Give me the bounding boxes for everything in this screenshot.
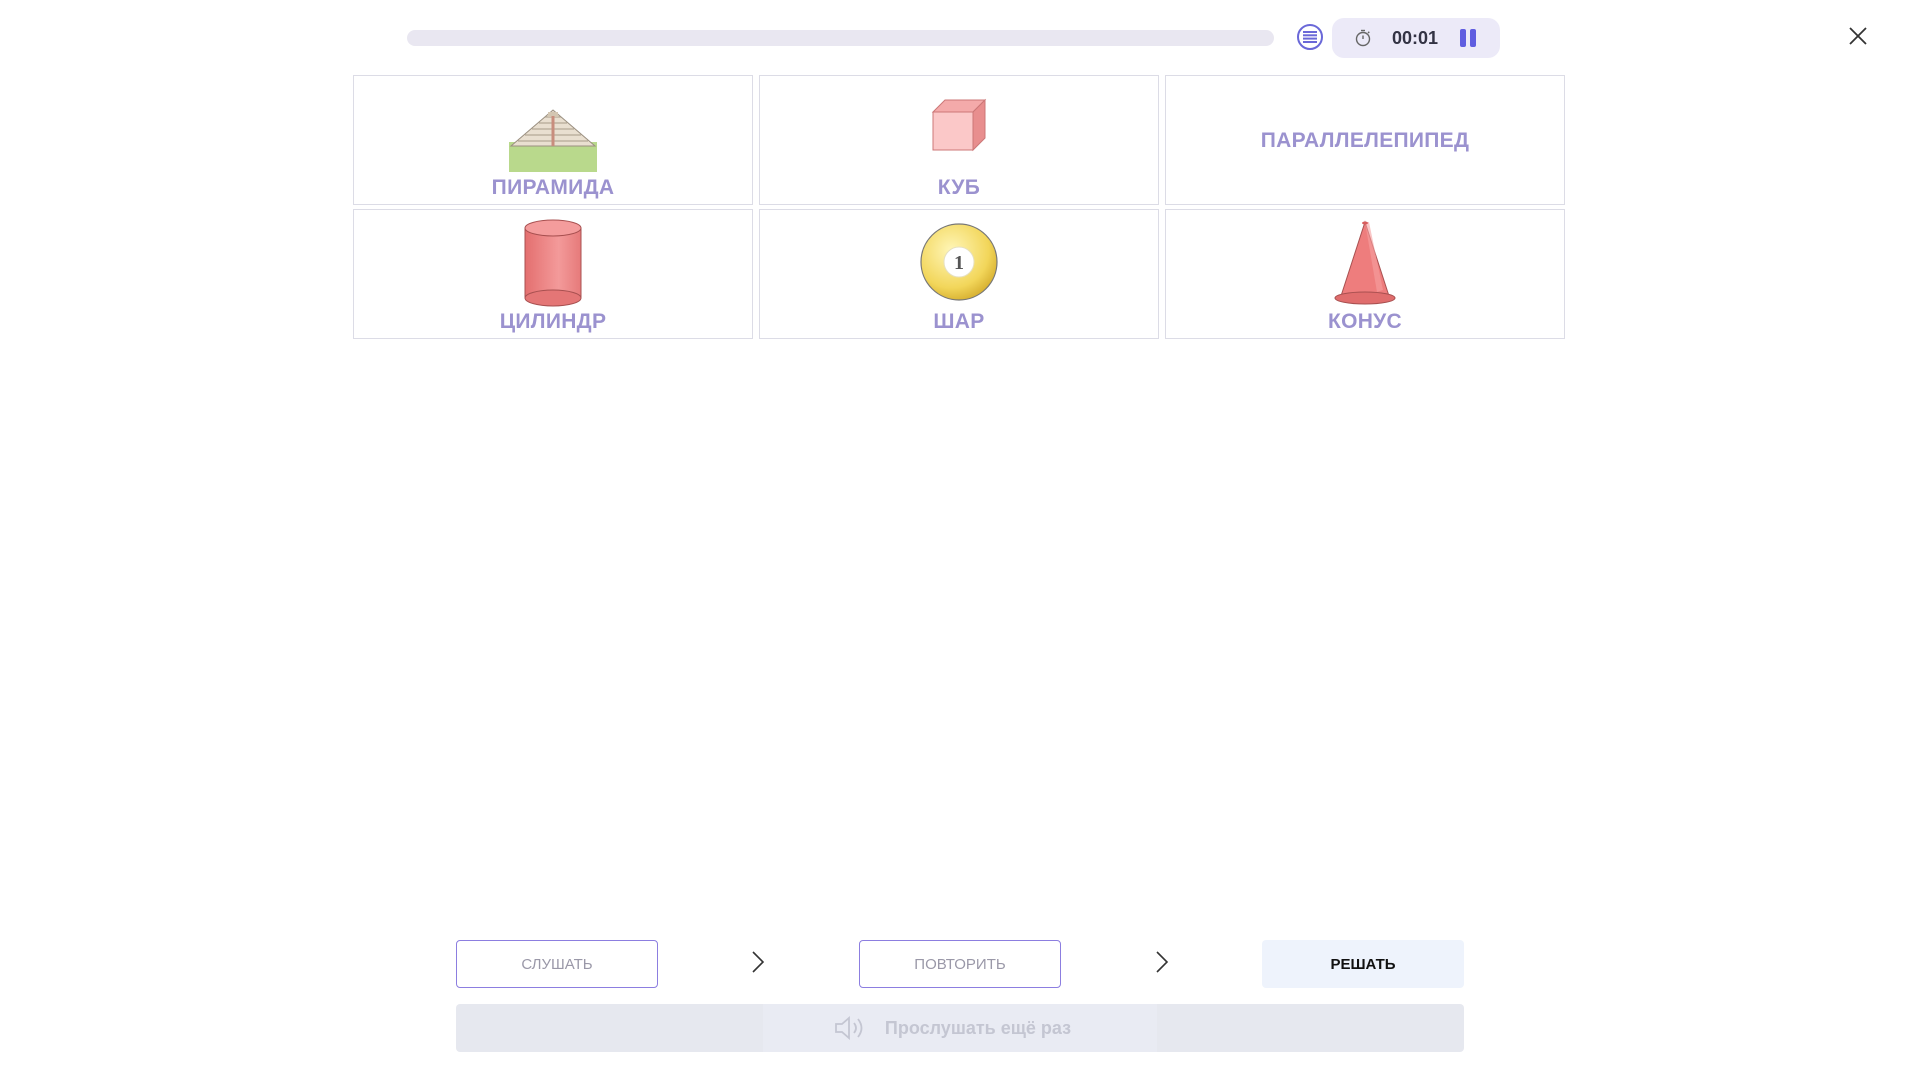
card-pyramid[interactable]: ПИРАМИДА: [353, 75, 753, 205]
close-icon[interactable]: [1846, 24, 1870, 48]
card-cube[interactable]: КУБ: [759, 75, 1159, 205]
pause-button[interactable]: [1458, 29, 1478, 47]
pyramid-image: [509, 109, 597, 172]
card-label: ПАРАЛЛЕЛЕПИПЕД: [1260, 129, 1470, 152]
card-cylinder[interactable]: ЦИЛИНДР: [353, 209, 753, 339]
stopwatch-icon: [1355, 29, 1371, 47]
card-parallelepiped[interactable]: ПАРАЛЛЕЛЕПИПЕД: [1165, 75, 1565, 205]
cone-image: [1334, 220, 1396, 305]
timer: 00:01: [1332, 18, 1500, 58]
progress-bar: [407, 30, 1274, 46]
card-label: ЦИЛИНДР: [499, 310, 607, 333]
card-cone[interactable]: КОНУС: [1165, 209, 1565, 339]
cylinder-image: [524, 219, 582, 307]
listen-step-button[interactable]: СЛУШАТЬ: [456, 940, 658, 988]
quiz-page: 00:01 ПИРАМИДА КУБ ПАРАЛЛЕЛЕПИПЕД ЦИЛИНД…: [0, 0, 1920, 1080]
listen-again-label: Прослушать ещё раз: [884, 1017, 1072, 1038]
repeat-step-button[interactable]: ПОВТОРИТЬ: [859, 940, 1061, 988]
pause-icon: [1460, 29, 1466, 47]
timer-value: 00:01: [1392, 28, 1439, 48]
list-icon: [1303, 31, 1317, 43]
card-ball[interactable]: 1 ШАР: [759, 209, 1159, 339]
ball-image: 1: [920, 223, 998, 301]
speaker-icon: [835, 1016, 863, 1040]
list-button[interactable]: [1297, 24, 1323, 50]
listen-again-button[interactable]: Прослушать ещё раз: [456, 1004, 1464, 1052]
ball-number: 1: [954, 252, 964, 274]
card-label: ШАР: [933, 310, 985, 333]
answer-grid: ПИРАМИДА КУБ ПАРАЛЛЕЛЕПИПЕД ЦИЛИНДР 1 ША…: [353, 75, 1567, 343]
solve-step-button[interactable]: РЕШАТЬ: [1262, 940, 1464, 988]
card-label: КОНУС: [1327, 310, 1403, 333]
chevron-right-icon: [1156, 951, 1169, 973]
cube-image: [931, 98, 987, 152]
card-label: ПИРАМИДА: [491, 176, 615, 199]
card-label: КУБ: [937, 176, 981, 199]
chevron-right-icon: [752, 951, 765, 973]
